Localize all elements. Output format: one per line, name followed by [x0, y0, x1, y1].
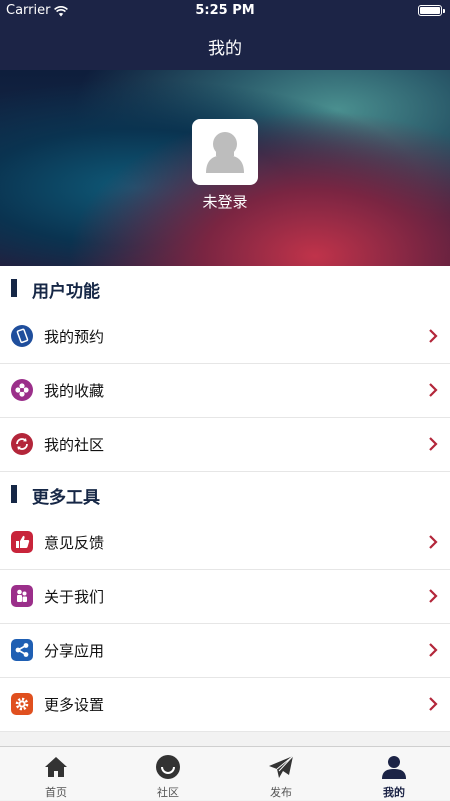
tab-label: 发布: [270, 786, 292, 799]
menu-item-label: 关于我们: [44, 588, 105, 606]
smile-icon: [156, 755, 180, 779]
menu-item-about-us[interactable]: 关于我们: [0, 570, 450, 624]
menu-item-my-appointments[interactable]: 我的预约: [0, 310, 450, 364]
page-title: 我的: [208, 39, 242, 59]
default-avatar-icon: [206, 132, 244, 173]
people-icon: [11, 585, 33, 607]
tab-mine[interactable]: 我的: [338, 747, 450, 801]
tab-community[interactable]: 社区: [112, 747, 224, 801]
section-header-user-functions: 用户功能: [0, 266, 450, 310]
top-bar: Carrier 5:25 PM 我的: [0, 0, 450, 70]
chevron-right-icon: [429, 535, 438, 549]
menu-item-label: 我的社区: [44, 436, 105, 454]
menu-item-more-settings[interactable]: 更多设置: [0, 678, 450, 732]
user-icon: [382, 756, 406, 779]
chevron-right-icon: [429, 329, 438, 343]
battery-icon: [418, 5, 445, 16]
share-icon: [11, 639, 33, 661]
status-bar: Carrier 5:25 PM: [0, 0, 450, 22]
menu-item-my-community[interactable]: 我的社区: [0, 418, 450, 472]
chevron-right-icon: [429, 383, 438, 397]
menu-item-my-favorites[interactable]: 我的收藏: [0, 364, 450, 418]
tab-label: 社区: [157, 786, 179, 799]
paper-plane-icon: [269, 755, 294, 778]
tab-bar: 首页 社区 发布 我的: [0, 746, 450, 800]
section-title: 更多工具: [32, 488, 100, 508]
tab-publish[interactable]: 发布: [225, 747, 337, 801]
thumbs-up-icon: [11, 531, 33, 553]
status-time: 5:25 PM: [195, 3, 255, 18]
chevron-right-icon: [429, 589, 438, 603]
login-status-label[interactable]: 未登录: [0, 191, 450, 212]
tab-label: 我的: [383, 786, 405, 799]
menu-item-label: 我的预约: [44, 328, 105, 346]
chevron-right-icon: [429, 437, 438, 451]
flower-icon: [11, 379, 33, 401]
section-title: 用户功能: [32, 282, 100, 302]
home-icon: [45, 757, 67, 777]
menu-item-label: 我的收藏: [44, 382, 105, 400]
avatar[interactable]: [192, 119, 258, 185]
refresh-icon: [11, 433, 33, 455]
section-marker: [11, 279, 17, 297]
section-header-more-tools: 更多工具: [0, 472, 450, 516]
section-marker: [11, 485, 17, 503]
tab-home[interactable]: 首页: [0, 747, 112, 801]
menu-item-label: 更多设置: [44, 696, 105, 714]
menu-item-label: 分享应用: [44, 642, 105, 660]
tab-label: 首页: [45, 786, 67, 799]
gear-icon: [11, 693, 33, 715]
menu-item-share-app[interactable]: 分享应用: [0, 624, 450, 678]
menu-item-feedback[interactable]: 意见反馈: [0, 516, 450, 570]
profile-header: 未登录: [0, 70, 450, 266]
menu-item-label: 意见反馈: [44, 534, 105, 552]
phone-icon: [11, 325, 33, 347]
chevron-right-icon: [429, 697, 438, 711]
chevron-right-icon: [429, 643, 438, 657]
